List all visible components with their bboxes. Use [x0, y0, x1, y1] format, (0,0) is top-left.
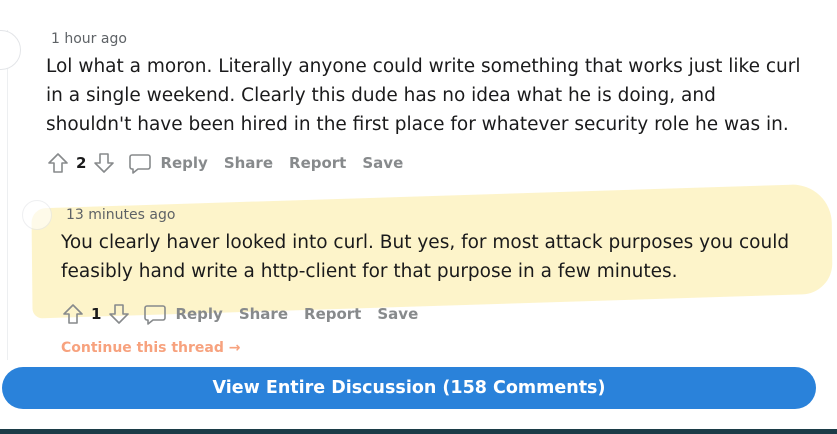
thread-line[interactable]: [7, 30, 8, 360]
upvote-arrow-icon[interactable]: [46, 151, 70, 175]
comment-1: 1 hour ago Lol what a moron. Literally a…: [46, 30, 806, 177]
continue-thread-link[interactable]: Continue this thread →: [61, 340, 240, 356]
downvote-arrow-icon[interactable]: [107, 302, 131, 326]
report-button[interactable]: Report: [289, 154, 346, 172]
comment-body: Lol what a moron. Literally anyone could…: [46, 56, 801, 135]
report-button[interactable]: Report: [304, 305, 361, 323]
share-button[interactable]: Share: [239, 305, 288, 323]
vote-score: 2: [76, 154, 87, 172]
save-button[interactable]: Save: [362, 154, 403, 172]
comment-body: You clearly haver looked into curl. But …: [61, 232, 790, 282]
save-button[interactable]: Save: [377, 305, 418, 323]
comment-actions: 1 Reply Share Report Save: [61, 300, 801, 328]
bottom-bar: [0, 429, 837, 434]
comment-timestamp: 13 minutes ago: [66, 207, 176, 223]
downvote-arrow-icon[interactable]: [92, 151, 116, 175]
comment-2: 13 minutes ago You clearly haver looked …: [61, 206, 801, 328]
upvote-arrow-icon[interactable]: [61, 302, 85, 326]
chat-bubble-icon[interactable]: [128, 151, 152, 175]
reply-button[interactable]: Reply: [160, 154, 207, 172]
parent-avatar: [0, 30, 21, 70]
chat-bubble-icon[interactable]: [143, 302, 167, 326]
comment-timestamp: 1 hour ago: [51, 31, 127, 47]
view-entire-discussion-button[interactable]: View Entire Discussion (158 Comments): [2, 367, 816, 409]
comment-actions: 2 Reply Share Report Save: [46, 149, 806, 177]
reply-avatar: [22, 200, 52, 230]
share-button[interactable]: Share: [224, 154, 273, 172]
vote-score: 1: [91, 305, 102, 323]
reply-button[interactable]: Reply: [175, 305, 222, 323]
